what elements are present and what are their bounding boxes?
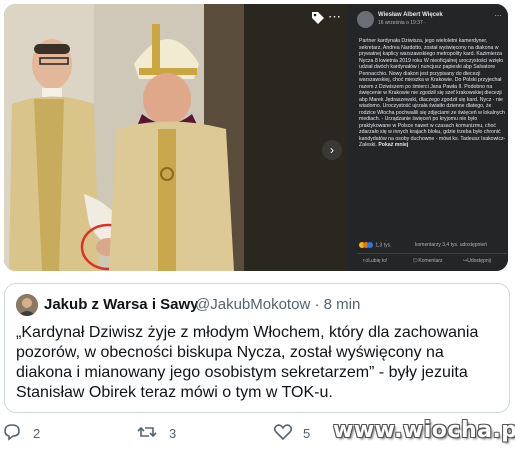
tweet-display-name[interactable]: Jakub z Warsa i Sawy	[44, 296, 199, 313]
fb-post-text: Partner kardynała Dziwisza, jego wielole…	[359, 38, 506, 149]
facebook-post-panel: Wiesław Albert Więcek 16 września o 19:3…	[348, 4, 508, 271]
retweet-count[interactable]: 3	[169, 426, 176, 441]
fb-more-options-icon[interactable]: ⋯	[494, 11, 502, 20]
fb-like-label: Lubię to!	[368, 258, 388, 264]
avatar-image	[16, 294, 38, 316]
fb-reactions-row: 1,3 tys. komentarzy 3,4 tys. udostępnień	[359, 242, 507, 250]
fb-stats[interactable]: komentarzy 3,4 tys. udostępnień	[415, 242, 487, 248]
fb-post-date[interactable]: 16 września o 19:37 ·	[378, 20, 426, 26]
fb-divider	[357, 253, 507, 254]
fb-share-label: Udostępnij	[467, 258, 491, 264]
tweet-author-avatar[interactable]	[16, 294, 38, 316]
fb-share-button[interactable]: ↪ Udostępnij	[463, 258, 491, 264]
like-count[interactable]: 5	[303, 426, 310, 441]
watermark: www.wiocha.pl	[333, 418, 515, 443]
fb-reactions-count[interactable]: 1,3 tys.	[375, 242, 391, 248]
fb-post-header: Wiesław Albert Więcek 16 września o 19:3…	[357, 11, 507, 31]
like-reaction-icon	[367, 242, 373, 248]
next-photo-arrow-icon[interactable]: ›	[322, 140, 342, 160]
tweet-text: „Kardynał Dziwisz żyje z młodym Włochem,…	[16, 324, 479, 401]
reply-count[interactable]: 2	[33, 426, 40, 441]
reply-icon[interactable]	[2, 422, 22, 442]
post-photo[interactable]	[4, 4, 348, 271]
fb-like-button[interactable]: 👍︎ Lubię to!	[363, 258, 387, 264]
fb-comment-label: Komentarz	[418, 258, 443, 264]
tag-icon[interactable]	[311, 11, 325, 25]
fb-actions-row: 👍︎ Lubię to! 💬︎ Komentarz ↪ Udostępnij	[357, 258, 507, 268]
like-icon[interactable]	[273, 422, 293, 442]
tweet-handle-time[interactable]: @JakubMokotow · 8 min	[195, 296, 360, 313]
fb-show-less-link[interactable]: Pokaż mniej	[378, 142, 408, 148]
retweet-icon[interactable]	[137, 422, 157, 442]
photo-illustration	[4, 4, 348, 271]
fb-author-name[interactable]: Wiesław Albert Więcek	[378, 12, 443, 18]
fb-comment-button[interactable]: 💬︎ Komentarz	[412, 258, 443, 264]
quoted-tweet[interactable]: Jakub z Warsa i Sawy @JakubMokotow · 8 m…	[4, 283, 510, 413]
fb-post-body: Partner kardynała Dziwisza, jego wielole…	[359, 38, 506, 148]
embedded-post-screenshot[interactable]: ⋯ › Wiesław Albert Więcek 16 września o …	[4, 4, 508, 271]
fb-author-avatar[interactable]	[357, 11, 374, 28]
photo-options-icon[interactable]: ⋯	[328, 10, 341, 24]
